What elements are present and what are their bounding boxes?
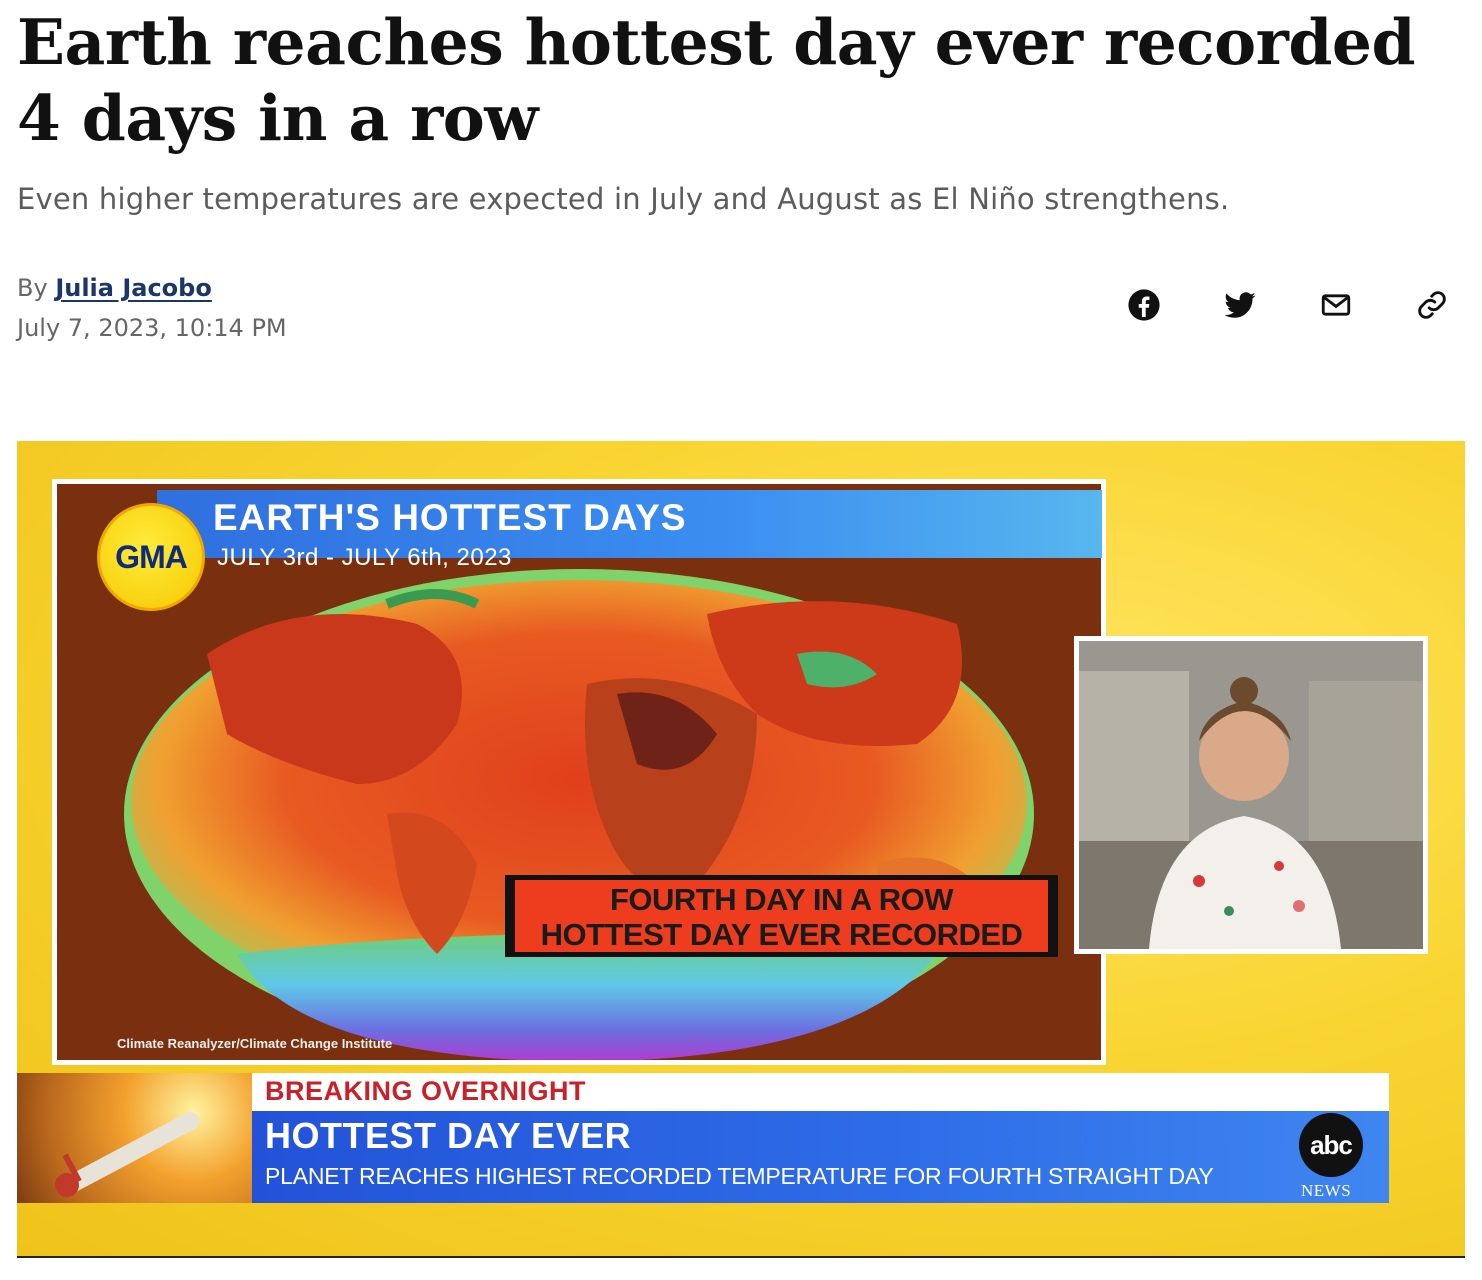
world-map-graphic bbox=[124, 569, 1034, 1060]
facebook-icon bbox=[1128, 289, 1160, 321]
callout-line-2: HOTTEST DAY EVER RECORDED bbox=[540, 917, 1023, 952]
map-frame: Climate Reanalyzer/Climate Change Instit… bbox=[52, 479, 1106, 1065]
twitter-icon bbox=[1224, 292, 1256, 318]
abc-logo: abc bbox=[1299, 1113, 1363, 1177]
gma-logo: GMA bbox=[97, 503, 205, 611]
divider bbox=[17, 1256, 1465, 1258]
breaking-label: BREAKING OVERNIGHT bbox=[265, 1076, 587, 1106]
email-icon bbox=[1321, 294, 1351, 316]
temperature-map: Climate Reanalyzer/Climate Change Instit… bbox=[57, 484, 1101, 1060]
author-link[interactable]: Julia Jacobo bbox=[55, 274, 212, 302]
article-headline: Earth reaches hottest day ever recorded … bbox=[17, 5, 1416, 155]
video-still[interactable]: Climate Reanalyzer/Climate Change Instit… bbox=[17, 441, 1465, 1256]
byline-prefix: By bbox=[17, 274, 48, 302]
abc-news-label: NEWS bbox=[1301, 1181, 1352, 1200]
map-credit: Climate Reanalyzer/Climate Change Instit… bbox=[117, 1036, 393, 1051]
banner-headline: HOTTEST DAY EVER bbox=[265, 1115, 632, 1156]
facebook-share-button[interactable] bbox=[1124, 285, 1164, 325]
reporter-photo bbox=[1079, 641, 1423, 949]
twitter-share-button[interactable] bbox=[1220, 285, 1260, 325]
lower-third-banner: BREAKING OVERNIGHT HOTTEST DAY EVER PLAN… bbox=[17, 1073, 1389, 1203]
reporter-inset bbox=[1074, 636, 1428, 954]
graphic-title: EARTH'S HOTTEST DAYS bbox=[213, 497, 687, 538]
link-icon bbox=[1418, 291, 1446, 319]
banner-subtext: PLANET REACHES HIGHEST RECORDED TEMPERAT… bbox=[265, 1163, 1214, 1189]
article-subhead: Even higher temperatures are expected in… bbox=[17, 182, 1230, 216]
email-share-button[interactable] bbox=[1316, 285, 1356, 325]
publish-date: July 7, 2023, 10:14 PM bbox=[17, 314, 287, 342]
byline: By Julia Jacobo bbox=[17, 274, 212, 302]
copy-link-button[interactable] bbox=[1412, 285, 1452, 325]
callout-line-1: FOURTH DAY IN A ROW bbox=[610, 882, 954, 917]
graphic-dates: JULY 3rd - JULY 6th, 2023 bbox=[217, 544, 512, 571]
thermometer-graphic bbox=[17, 1073, 252, 1203]
callout-box: FOURTH DAY IN A ROW HOTTEST DAY EVER REC… bbox=[505, 875, 1058, 957]
